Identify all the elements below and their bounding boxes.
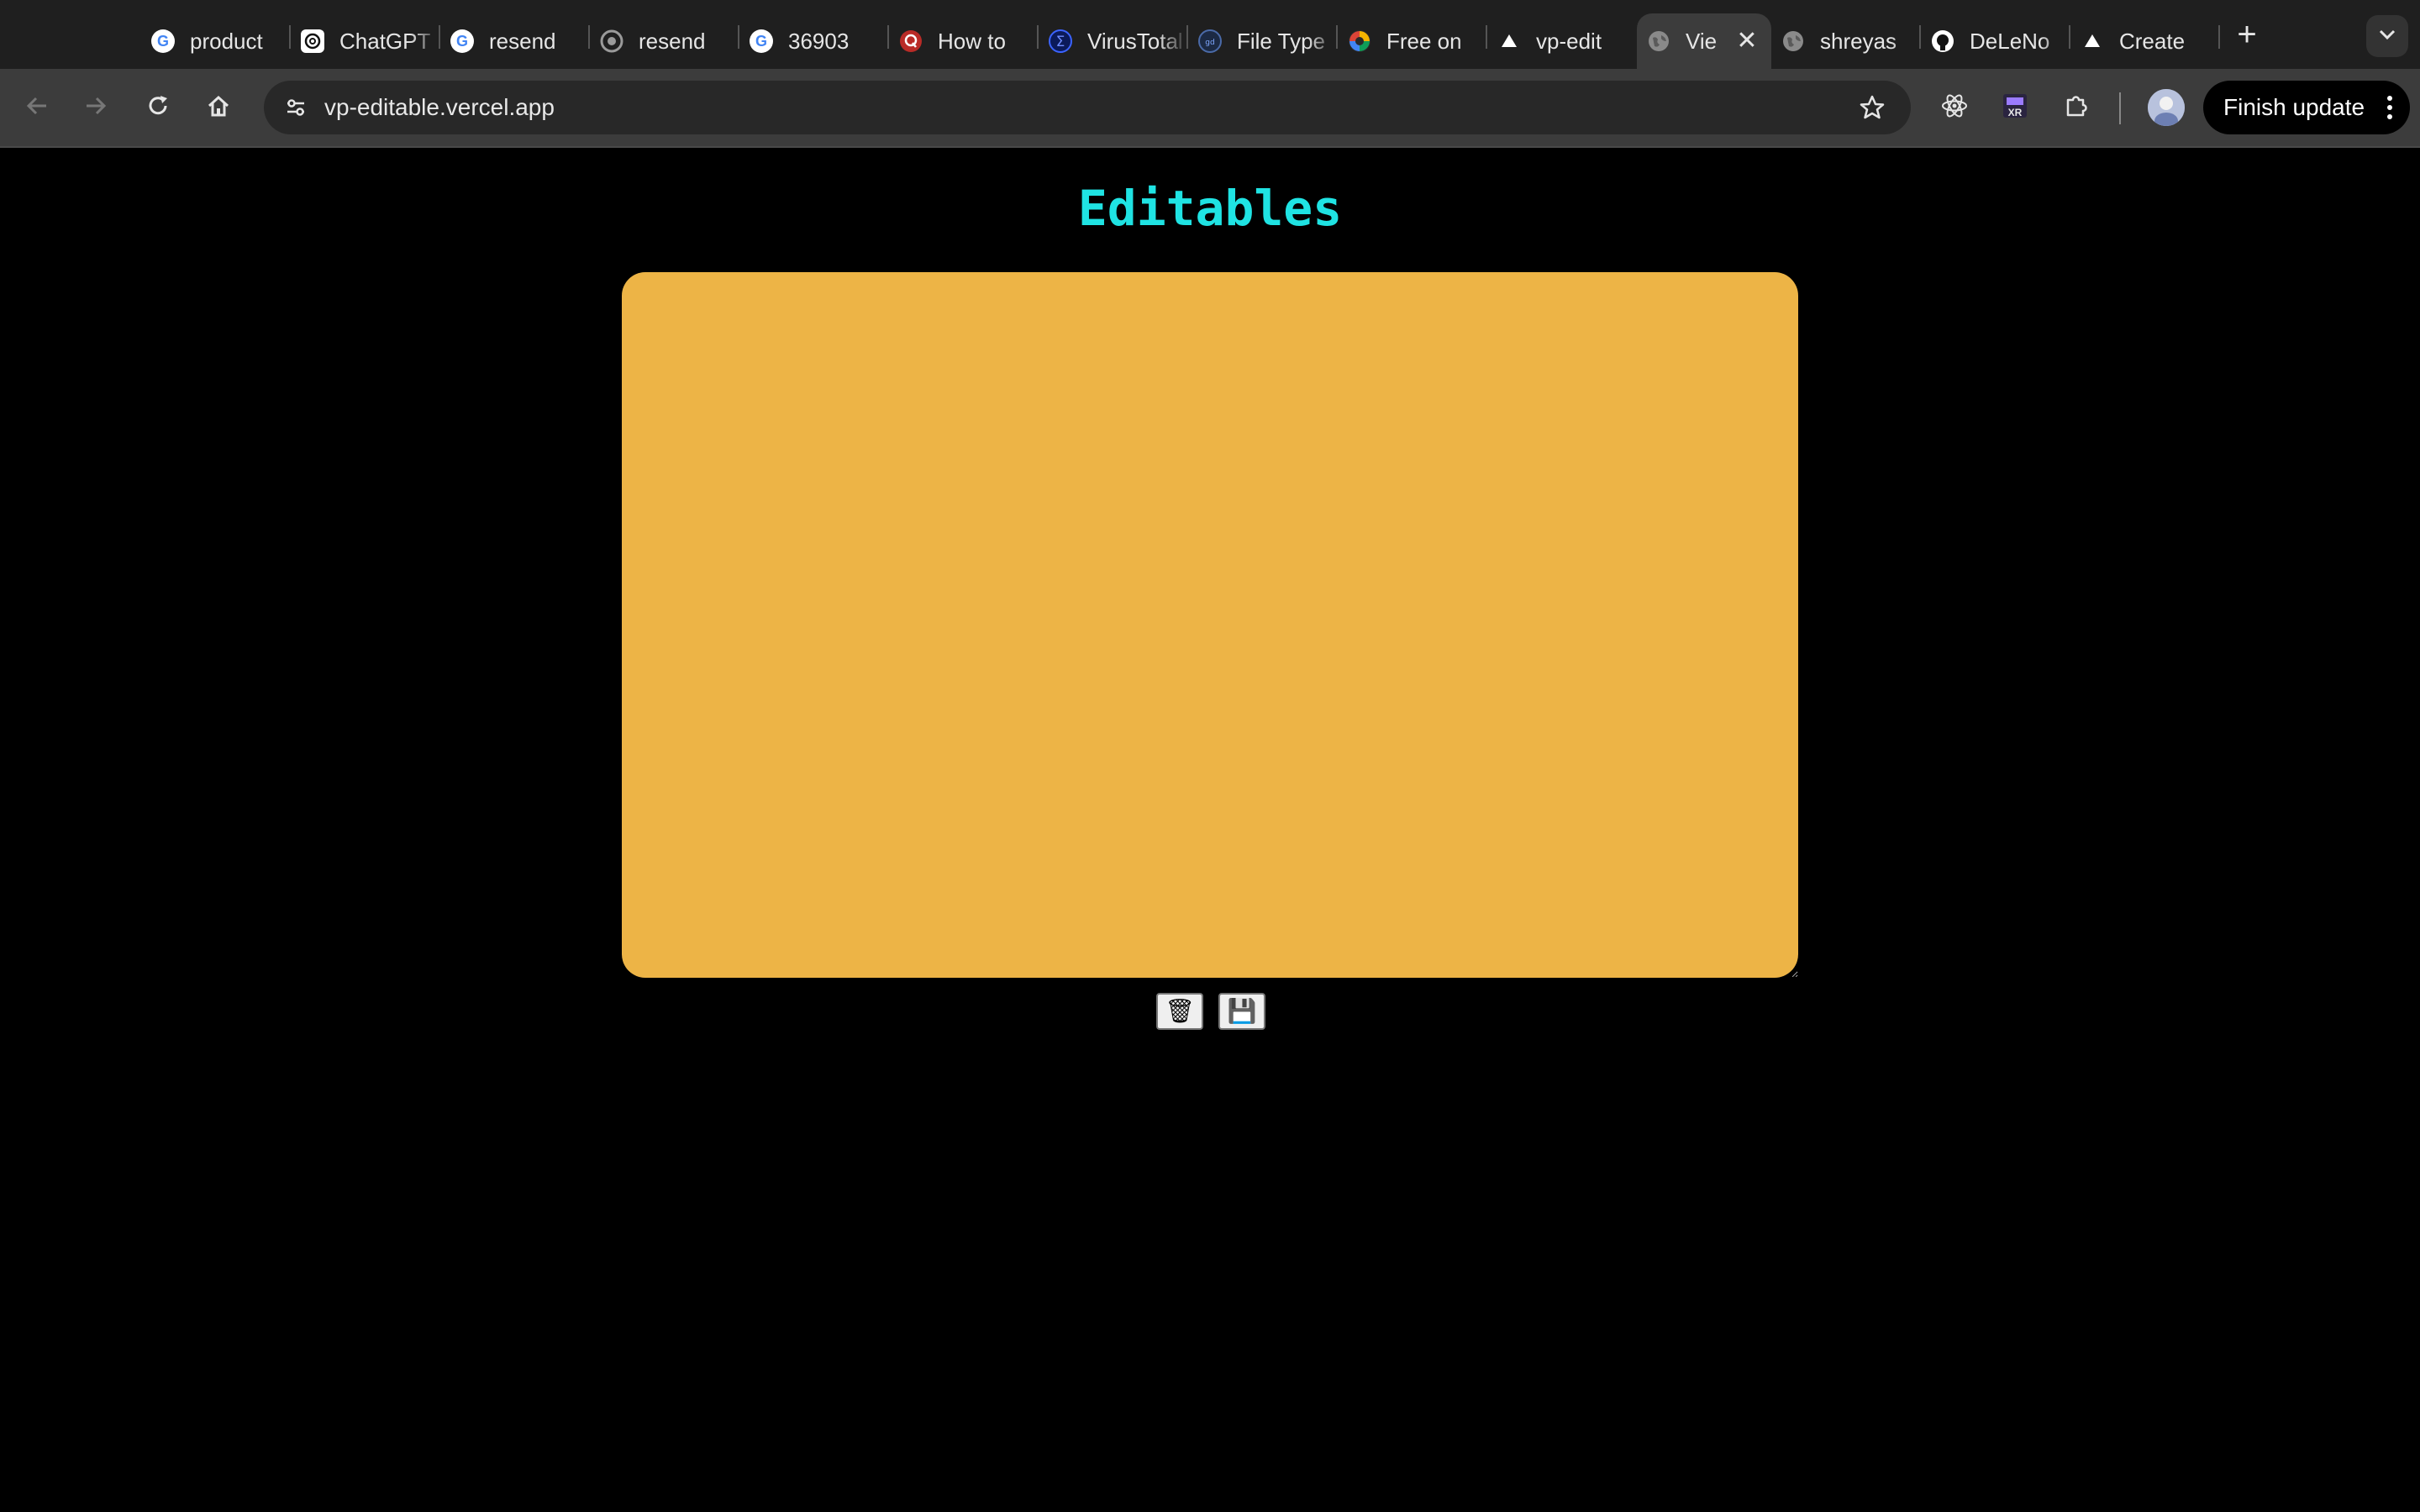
- svg-text:Σ: Σ: [1056, 34, 1065, 50]
- google-icon: G: [449, 28, 476, 55]
- quora-icon: [897, 28, 924, 55]
- new-tab-button[interactable]: +: [2227, 15, 2267, 55]
- editable-note-area[interactable]: [622, 272, 1798, 978]
- tab-title: File Type: [1237, 28, 1326, 54]
- extensions-button[interactable]: [2055, 86, 2099, 129]
- bookmark-star-icon[interactable]: [1854, 89, 1891, 126]
- github-icon: [1929, 28, 1956, 55]
- xr-icon: XR: [2001, 92, 2029, 124]
- tab-title: DeLeNo: [1970, 28, 2050, 54]
- browser-tab[interactable]: G 36903: [739, 13, 889, 69]
- browser-tab[interactable]: vp-edit: [1487, 13, 1637, 69]
- tab-separator: [2218, 25, 2220, 49]
- page-content: Editables 🗑 💾: [0, 148, 2420, 1512]
- reload-button[interactable]: [136, 86, 180, 129]
- tabs-row: G product ChatGPT G resend resend G 3690…: [141, 0, 2220, 69]
- delete-button[interactable]: 🗑: [1156, 993, 1203, 1030]
- react-icon: [1940, 92, 1969, 124]
- forward-button[interactable]: [74, 86, 118, 129]
- home-icon: [206, 93, 231, 123]
- loading-icon: [598, 28, 625, 55]
- tab-title: How to: [938, 28, 1006, 54]
- address-bar[interactable]: vp-editable.vercel.app: [264, 81, 1911, 134]
- url-text[interactable]: vp-editable.vercel.app: [324, 81, 555, 134]
- home-button[interactable]: [197, 86, 240, 129]
- back-button[interactable]: [15, 86, 59, 129]
- finish-update-button[interactable]: Finish update: [2203, 81, 2410, 134]
- forward-arrow-icon: [83, 93, 108, 123]
- browser-tab[interactable]: Free on: [1338, 13, 1487, 69]
- tab-search-button[interactable]: [2366, 15, 2408, 57]
- browser-tab[interactable]: G product: [141, 13, 291, 69]
- back-arrow-icon: [24, 93, 50, 123]
- tab-title: Vie: [1686, 28, 1718, 54]
- browser-tab[interactable]: gd File Type: [1188, 13, 1338, 69]
- browser-tab[interactable]: Σ VirusTotal: [1039, 13, 1188, 69]
- svg-text:gd: gd: [1205, 39, 1214, 47]
- tab-title: resend: [489, 28, 556, 54]
- svg-text:XR: XR: [2008, 107, 2023, 118]
- close-tab-icon[interactable]: ✕: [1734, 29, 1760, 54]
- svg-text:G: G: [456, 33, 468, 50]
- tab-title: VirusTotal: [1087, 28, 1183, 54]
- chevron-down-icon: [2378, 29, 2396, 45]
- tab-title: vp-edit: [1536, 28, 1602, 54]
- colorful-icon: [1346, 28, 1373, 55]
- tab-title: Create: [2119, 28, 2186, 54]
- browser-tab[interactable]: Create: [2070, 13, 2220, 69]
- virustotal-icon: Σ: [1047, 28, 1074, 55]
- floppy-disk-icon: 💾: [1227, 998, 1257, 1024]
- page-title: Editables: [1077, 180, 1343, 237]
- google-icon: G: [748, 28, 775, 55]
- browser-tab[interactable]: G resend: [440, 13, 590, 69]
- finish-update-label: Finish update: [2223, 94, 2365, 120]
- tab-title: shreyas: [1820, 28, 1897, 54]
- vercel-icon: [2079, 28, 2106, 55]
- reload-icon: [145, 93, 171, 123]
- globe-icon: [1645, 28, 1672, 55]
- browser-tab-active[interactable]: Vie ✕: [1637, 13, 1771, 69]
- more-options-icon[interactable]: [2386, 94, 2393, 121]
- puzzle-piece-icon: [2063, 92, 2091, 124]
- browser-tab[interactable]: DeLeNo: [1921, 13, 2070, 69]
- toolbar-divider: [2119, 92, 2121, 124]
- react-devtools-extension[interactable]: [1933, 86, 1976, 129]
- svg-text:G: G: [755, 33, 767, 50]
- browser-tab[interactable]: shreyas: [1771, 13, 1921, 69]
- profile-avatar[interactable]: [2148, 89, 2185, 126]
- tab-title: resend: [639, 28, 706, 54]
- trash-icon: 🗑: [1165, 998, 1195, 1024]
- save-button[interactable]: 💾: [1218, 993, 1265, 1030]
- filetype-icon: gd: [1197, 28, 1223, 55]
- globe-icon: [1780, 28, 1807, 55]
- tab-title: ChatGPT: [339, 28, 431, 54]
- chatgpt-icon: [299, 28, 326, 55]
- vercel-icon: [1496, 28, 1523, 55]
- browser-tab[interactable]: resend: [590, 13, 739, 69]
- tab-title: Free on: [1386, 28, 1462, 54]
- tab-title: product: [190, 28, 263, 54]
- site-settings-icon[interactable]: [276, 87, 316, 128]
- browser-tab[interactable]: How to: [889, 13, 1039, 69]
- browser-toolbar: vp-editable.vercel.app XR Finish update: [0, 69, 2420, 148]
- browser-tab[interactable]: ChatGPT: [291, 13, 440, 69]
- tab-title: 36903: [788, 28, 850, 54]
- xr-extension[interactable]: XR: [1993, 86, 2037, 129]
- google-icon: G: [150, 28, 176, 55]
- svg-text:G: G: [157, 33, 169, 50]
- note-actions: 🗑 💾: [1156, 993, 1265, 1030]
- tab-strip: G product ChatGPT G resend resend G 3690…: [0, 0, 2420, 69]
